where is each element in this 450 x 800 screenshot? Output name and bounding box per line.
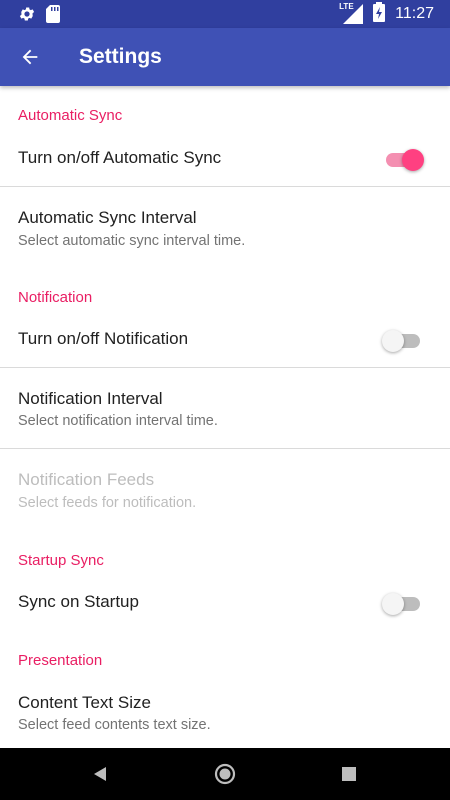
- switch-thumb: [382, 330, 404, 352]
- battery-charging-icon: [373, 1, 386, 27]
- back-triangle-icon: [94, 767, 106, 781]
- pref-title: Notification Interval: [18, 389, 163, 408]
- recents-square-icon: [342, 767, 356, 781]
- pref-notification-toggle[interactable]: Turn on/off Notification: [0, 314, 450, 368]
- pref-summary: Select notification interval time.: [18, 413, 218, 429]
- pref-sync-on-startup[interactable]: Sync on Startup: [0, 576, 450, 630]
- pref-notification-interval[interactable]: Notification Interval Select notificatio…: [0, 368, 450, 448]
- page-title: Settings: [79, 45, 162, 68]
- settings-list[interactable]: Automatic Sync Turn on/off Automatic Syn…: [0, 86, 450, 748]
- signal-icon: LTE: [339, 2, 364, 24]
- category-notification: Notification: [18, 289, 93, 306]
- pref-content-text-size[interactable]: Content Text Size Select feed contents t…: [0, 672, 450, 748]
- home-circle-icon: [214, 763, 236, 785]
- sd-card-icon: [46, 5, 60, 28]
- back-button[interactable]: [10, 37, 50, 77]
- system-nav-bar: [0, 748, 450, 800]
- app-bar: Settings: [0, 28, 450, 86]
- category-startup-sync: Startup Sync: [18, 552, 104, 569]
- pref-title: Sync on Startup: [18, 592, 139, 611]
- pref-summary: Select automatic sync interval time.: [18, 233, 246, 249]
- pref-title: Automatic Sync Interval: [18, 208, 197, 227]
- network-type: LTE: [339, 2, 354, 11]
- category-presentation: Presentation: [18, 652, 103, 669]
- automatic-sync-switch[interactable]: [386, 149, 424, 171]
- pref-title: Turn on/off Notification: [18, 329, 189, 348]
- category-automatic-sync: Automatic Sync: [18, 107, 123, 124]
- startup-sync-switch[interactable]: [382, 593, 422, 615]
- pref-summary: Select feed contents text size.: [18, 717, 211, 733]
- pref-title: Turn on/off Automatic Sync: [18, 148, 222, 167]
- status-time: 11:27: [395, 5, 434, 22]
- notification-switch[interactable]: [382, 330, 422, 352]
- switch-thumb: [382, 593, 404, 615]
- pref-title: Notification Feeds: [18, 470, 155, 489]
- pref-summary: Select feeds for notification.: [18, 495, 197, 511]
- status-bar: LTE 11:27: [0, 0, 450, 28]
- nav-recents-button[interactable]: [329, 758, 369, 790]
- nav-back-button[interactable]: [80, 758, 120, 790]
- switch-thumb: [402, 149, 424, 171]
- pref-automatic-sync-toggle[interactable]: Turn on/off Automatic Sync: [0, 132, 450, 186]
- pref-automatic-sync-interval[interactable]: Automatic Sync Interval Select automatic…: [0, 187, 450, 255]
- nav-home-button[interactable]: [205, 758, 245, 790]
- pref-title: Content Text Size: [18, 693, 151, 712]
- pref-notification-feeds: Notification Feeds Select feeds for noti…: [0, 449, 450, 529]
- settings-gear-icon: [18, 5, 36, 28]
- arrow-back-icon: [22, 49, 38, 65]
